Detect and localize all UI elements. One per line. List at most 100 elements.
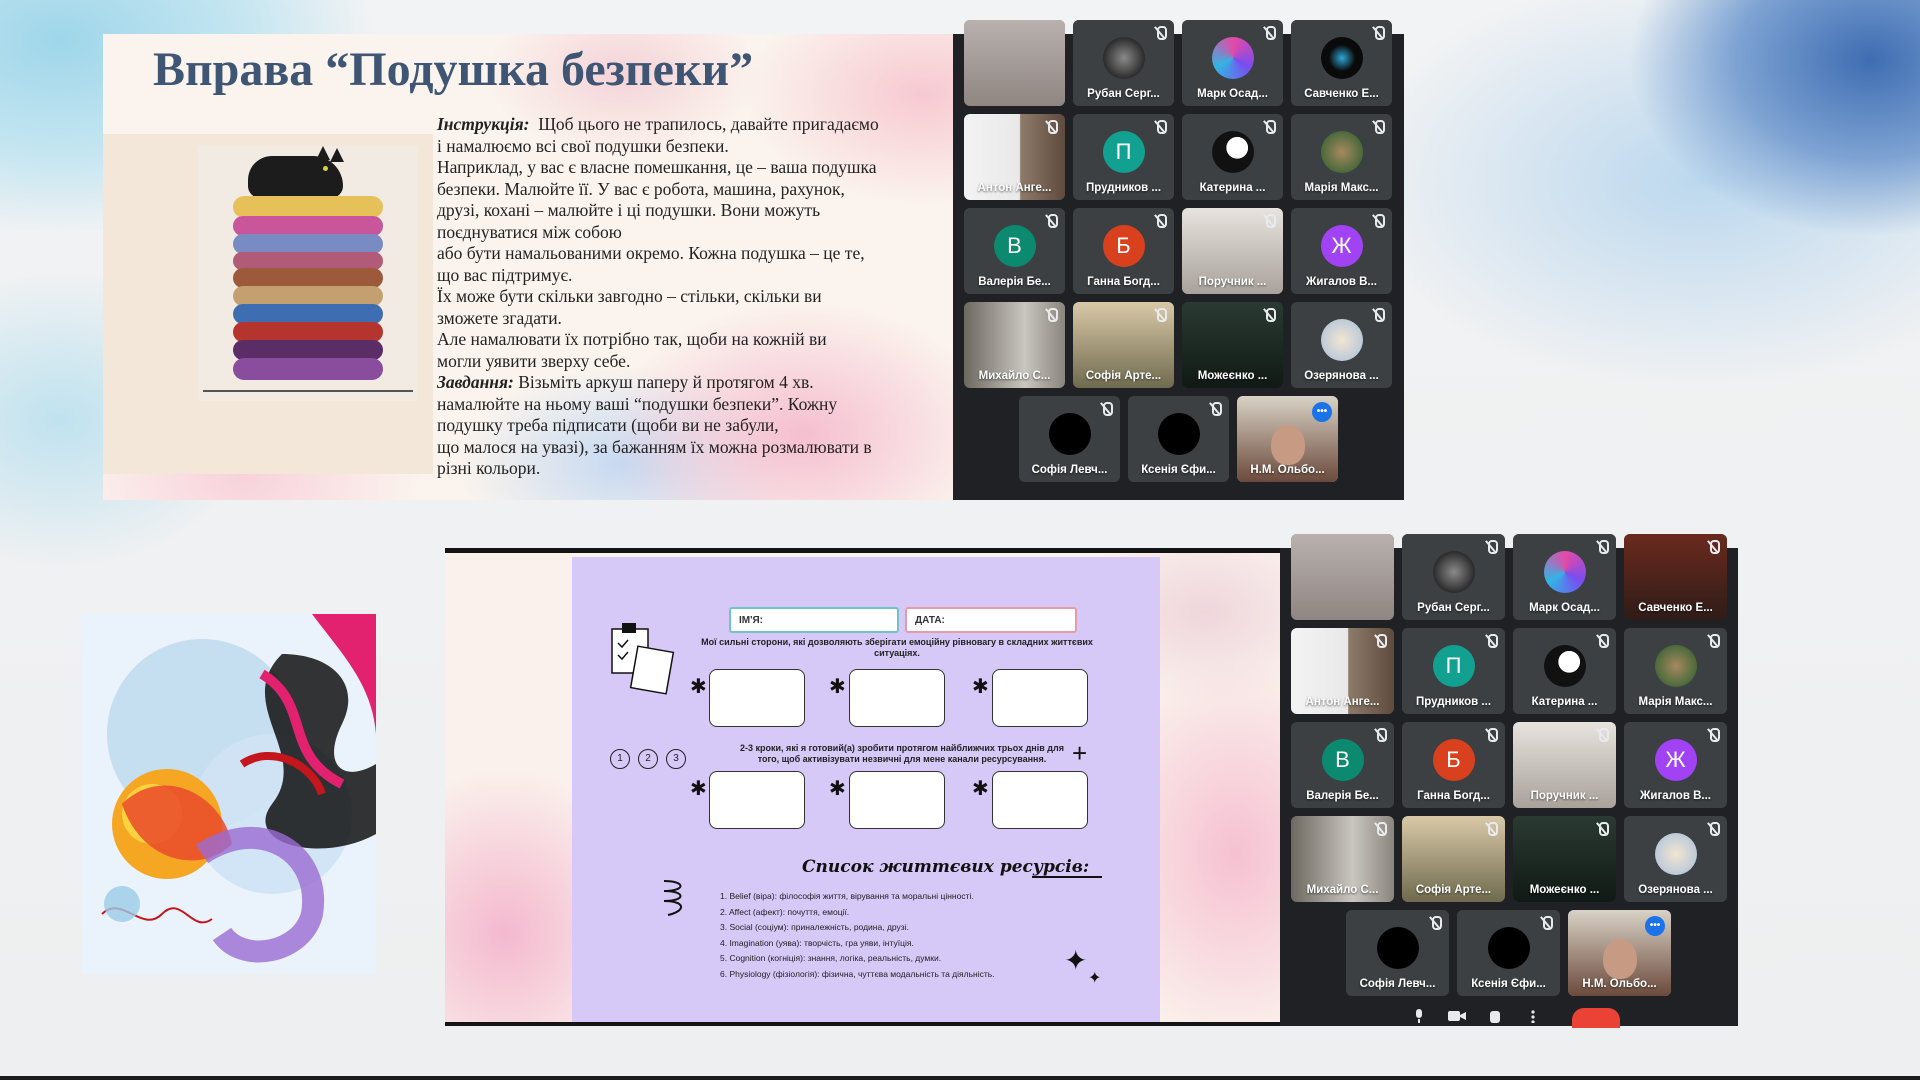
participant-tile[interactable]: Марія Макс... — [1291, 114, 1392, 200]
mic-muted-icon — [1707, 728, 1720, 742]
resource-item: 1. Belief (віра): філософія життя, вірув… — [720, 891, 974, 901]
participant-tile[interactable]: Софія Арте... — [1073, 302, 1174, 388]
more-options-icon[interactable] — [1524, 1009, 1542, 1023]
participant-tile[interactable]: Можеєнко ... — [1182, 302, 1283, 388]
mic-muted-icon — [1540, 916, 1553, 930]
bottom-shared-slide: ІМ'Я: ДАТА: Мої сильні сторони, які дозв… — [445, 548, 1280, 1026]
raise-hand-icon[interactable] — [1486, 1009, 1504, 1023]
instruction-line: безпеки. Малюйте її. У вас є робота, маш… — [437, 178, 845, 199]
end-call-button[interactable] — [1572, 1008, 1620, 1028]
step-circle: 3 — [666, 749, 686, 769]
mic-icon[interactable] — [1410, 1009, 1428, 1023]
participant-tile[interactable]: Софія Арте... — [1402, 816, 1505, 902]
participant-name: Ксенія Єфи... — [1471, 978, 1546, 990]
participant-name: Поручник ... — [1198, 276, 1267, 288]
camera-icon[interactable] — [1448, 1009, 1466, 1023]
participant-tile[interactable]: Антон Анге... — [1291, 628, 1394, 714]
mic-muted-icon — [1372, 214, 1385, 228]
participant-tile[interactable]: Озерянова ... — [1624, 816, 1727, 902]
participant-name: Савченко Е... — [1638, 602, 1713, 614]
steps-indicator: 123 — [610, 749, 694, 769]
participant-tile[interactable]: Марія Макс... — [1624, 628, 1727, 714]
resource-item: 4. Imagination (уява): творчість, гра уя… — [720, 937, 914, 948]
participant-tile[interactable]: Михайло С... — [1291, 816, 1394, 902]
participant-tile[interactable]: Марк Осад... — [1182, 20, 1283, 106]
pillow — [233, 340, 383, 360]
participant-tile[interactable]: Поручник ... — [1182, 208, 1283, 294]
step-circle: 1 — [610, 749, 630, 769]
participant-tile[interactable] — [1291, 534, 1394, 620]
avatar: Б — [1432, 738, 1475, 781]
participant-tile[interactable]: Савченко Е... — [1624, 534, 1727, 620]
participant-tile[interactable]: Рубан Серг... — [1073, 20, 1174, 106]
participant-tile[interactable]: Савченко Е... — [1291, 20, 1392, 106]
resource-item: 2. Affect (афект): почуття, емоції. — [720, 906, 850, 917]
participant-tile[interactable]: Софія Левч... — [1019, 396, 1120, 482]
sparkle-icon: ✦ — [1064, 945, 1088, 976]
participant-tile[interactable]: Б Ганна Богд... — [1402, 722, 1505, 808]
participant-tile[interactable]: Антон Анге... — [964, 114, 1065, 200]
participant-tile[interactable]: П Прудников ... — [1402, 628, 1505, 714]
participant-tile[interactable]: П Прудников ... — [1073, 114, 1174, 200]
participant-tile[interactable]: В Валерія Бе... — [964, 208, 1065, 294]
mic-muted-icon — [1045, 214, 1058, 228]
participant-tile[interactable]: Ж Жигалов В... — [1624, 722, 1727, 808]
mic-muted-icon — [1429, 916, 1442, 930]
participant-name: Н.М. Ольбо... — [1250, 464, 1325, 476]
task-label: Завдання: — [437, 372, 514, 392]
instruction-line: друзі, кохані – малюйте і ці подушки. Во… — [437, 200, 821, 220]
task-line: що малося на увазі), за бажанням їх можн… — [437, 436, 872, 457]
avatar — [1157, 412, 1200, 455]
participant-name: Марк Осад... — [1197, 88, 1268, 100]
participant-tile[interactable]: Б Ганна Богд... — [1073, 208, 1174, 294]
strength-box — [849, 669, 945, 727]
participant-tile[interactable]: Катерина ... — [1182, 114, 1283, 200]
mic-muted-icon — [1154, 120, 1167, 134]
instruction-line: і намалюємо всі свої подушки безпеки. — [437, 135, 729, 156]
mic-muted-icon — [1372, 120, 1385, 134]
participant-tile[interactable]: Можеєнко ... — [1513, 816, 1616, 902]
participant-name: Прудников ... — [1085, 182, 1162, 194]
participant-name: Можеєнко ... — [1197, 370, 1268, 382]
participant-tile[interactable]: Рубан Серг... — [1402, 534, 1505, 620]
mic-muted-icon — [1209, 402, 1222, 416]
participant-tile[interactable]: Катерина ... — [1513, 628, 1616, 714]
participant-tile[interactable]: Поручник ... — [1513, 722, 1616, 808]
participant-tile[interactable]: Ксенія Єфи... — [1128, 396, 1229, 482]
participant-tile[interactable]: ••• Н.М. Ольбо... — [1237, 396, 1338, 482]
participant-tile[interactable]: Озерянова ... — [1291, 302, 1392, 388]
mic-muted-icon — [1485, 822, 1498, 836]
participant-tile[interactable]: В Валерія Бе... — [1291, 722, 1394, 808]
participant-tile[interactable]: Марк Осад... — [1513, 534, 1616, 620]
instruction-text: Інструкція: Щоб цього не трапилось, дава… — [437, 114, 947, 480]
participant-name: Антон Анге... — [977, 182, 1052, 194]
sparkle-icon: ✦ — [1088, 970, 1102, 987]
participant-tile[interactable] — [964, 20, 1065, 106]
notes-icon — [611, 623, 675, 695]
strengths-caption: Мої сильні сторони, які дозволяють збері… — [701, 637, 1093, 658]
participant-tile[interactable]: ••• Н.М. Ольбо... — [1568, 910, 1671, 996]
participant-tile[interactable]: Софія Левч... — [1346, 910, 1449, 996]
instruction-line: поєднуватися між собою — [437, 221, 622, 242]
pillow — [233, 286, 383, 306]
name-field: ІМ'Я: — [729, 607, 899, 633]
mic-muted-icon — [1154, 26, 1167, 40]
participant-tile[interactable]: Михайло С... — [964, 302, 1065, 388]
strength-box — [992, 669, 1088, 727]
mic-muted-icon — [1374, 728, 1387, 742]
star-icon: ✱ — [690, 676, 707, 698]
avatar: Б — [1102, 224, 1145, 267]
mic-muted-icon — [1707, 540, 1720, 554]
participant-tile[interactable]: Ж Жигалов В... — [1291, 208, 1392, 294]
participant-tile[interactable]: Ксенія Єфи... — [1457, 910, 1560, 996]
strength-box — [709, 669, 805, 727]
instruction-line: що вас підтримує. — [437, 264, 573, 285]
avatar: Ж — [1654, 738, 1697, 781]
participants-grid-bottom: Рубан Серг... Марк Осад... Савченко Е... Ан… — [1280, 534, 1738, 1026]
instruction-line: могли уявити зверху себе. — [437, 350, 631, 371]
participant-name: Рубан Серг... — [1417, 602, 1490, 614]
instruction-line: Наприклад, у вас є власне помешкання, це… — [437, 157, 877, 177]
mic-muted-icon — [1485, 634, 1498, 648]
participants-grid-top: Рубан Серг... Марк Осад... Савченко Е... Ан… — [953, 20, 1404, 500]
task-line: подушку треба підписати (щоби ви не забу… — [437, 415, 779, 435]
